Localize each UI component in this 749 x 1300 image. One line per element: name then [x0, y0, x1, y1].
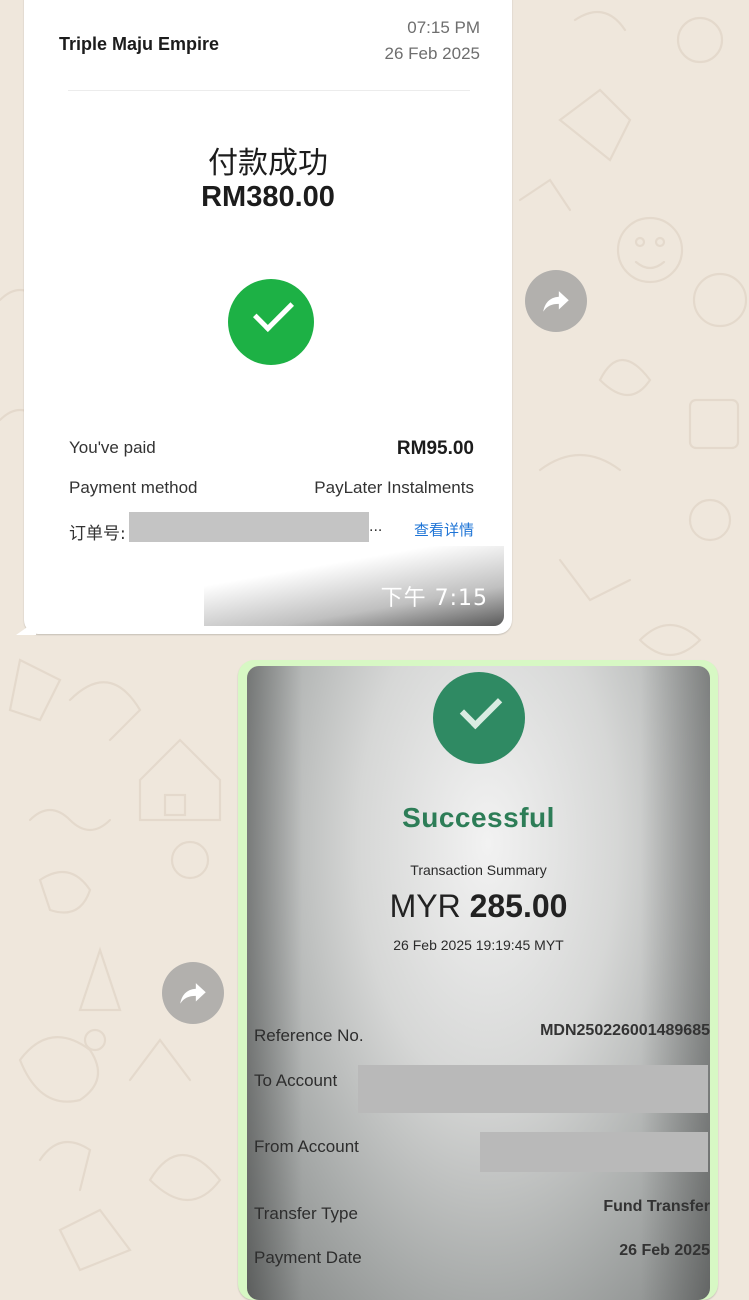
check-circle-icon [228, 279, 314, 365]
reference-label: Reference No. [254, 1026, 364, 1045]
payment-date-label: Payment Date [254, 1248, 362, 1267]
transfer-status: Successful [402, 802, 555, 833]
divider [68, 90, 470, 91]
payment-receipt-image[interactable]: Triple Maju Empire 07:15 PM 26 Feb 2025 … [32, 0, 504, 626]
transfer-type-value: Fund Transfer [603, 1198, 710, 1215]
receipt-date: 26 Feb 2025 [384, 44, 480, 63]
from-account-label: From Account [254, 1137, 359, 1156]
payment-method-row: Payment method PayLater Instalments [69, 478, 474, 498]
order-number-label: 订单号: [69, 524, 126, 544]
bubble-tail [16, 621, 36, 635]
payment-amount: RM380.00 [201, 181, 335, 213]
transfer-type-label: Transfer Type [254, 1204, 358, 1223]
forward-button-1[interactable] [525, 270, 587, 332]
receipt-time: 07:15 PM [407, 18, 480, 37]
bank-transfer-photo[interactable]: Successful Transaction Summary MYR 285.0… [247, 666, 710, 1300]
paid-row: You've paid RM95.00 [69, 438, 474, 459]
view-details-link[interactable]: 查看详情 [414, 519, 474, 540]
transfer-datetime: 26 Feb 2025 19:19:45 MYT [393, 937, 564, 953]
outgoing-image-message[interactable]: Successful Transaction Summary MYR 285.0… [238, 660, 718, 1300]
paid-value: RM95.00 [396, 438, 474, 459]
currency: MYR [389, 888, 461, 924]
merchant-name: Triple Maju Empire [59, 34, 220, 54]
to-account-label: To Account [254, 1071, 338, 1090]
payment-method-value: PayLater Instalments [314, 478, 474, 497]
message-timestamp: 下午 7:15 [380, 586, 488, 611]
forward-arrow-icon [180, 983, 206, 1004]
payment-date-value: 26 Feb 2025 [619, 1242, 710, 1259]
check-circle-icon [433, 672, 525, 764]
amount-value: 285.00 [469, 888, 568, 924]
payment-method-label: Payment method [69, 478, 198, 497]
redacted-from-account [480, 1132, 708, 1172]
reference-value: MDN250226001489685 [540, 1022, 710, 1039]
redacted-to-account [358, 1065, 708, 1113]
transaction-summary-title: Transaction Summary [410, 862, 547, 878]
forward-button-2[interactable] [162, 962, 224, 1024]
transfer-amount: MYR 285.00 [247, 888, 710, 925]
order-ellipsis: ... [369, 518, 383, 535]
paid-label: You've paid [69, 438, 156, 457]
forward-arrow-icon [543, 291, 569, 312]
incoming-image-message[interactable]: Triple Maju Empire 07:15 PM 26 Feb 2025 … [16, 0, 512, 635]
redacted-order-number [129, 512, 369, 542]
payment-status: 付款成功 [208, 146, 328, 181]
